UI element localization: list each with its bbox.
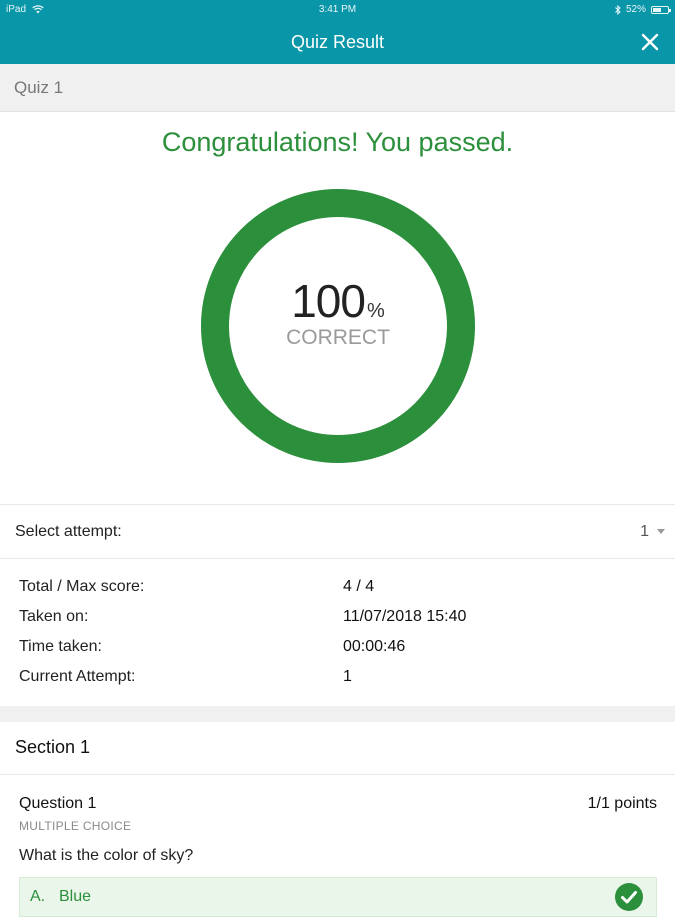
stat-key: Time taken: <box>19 638 102 655</box>
attempt-row: Select attempt: 1 <box>0 505 675 558</box>
caret-down-icon <box>657 529 665 534</box>
answer-letter: A. <box>30 888 46 905</box>
stat-key: Current Attempt: <box>19 668 136 685</box>
status-right: 52% <box>615 4 671 15</box>
score-ring: 100% CORRECT <box>200 188 476 464</box>
attempt-select[interactable]: 1 <box>640 519 665 545</box>
attempt-label: Select attempt: <box>15 523 122 540</box>
stat-key: Taken on: <box>19 608 89 625</box>
check-circle-icon <box>615 883 643 911</box>
answer-option[interactable]: A. Blue <box>19 877 657 917</box>
score-label: CORRECT <box>286 326 390 349</box>
divider <box>0 774 675 775</box>
stat-row-taken-on: Taken on: 11/07/2018 15:40 <box>19 608 659 638</box>
nav-bar: Quiz Result <box>0 20 675 64</box>
question-type: MULTIPLE CHOICE <box>19 819 132 833</box>
stat-value: 11/07/2018 15:40 <box>343 608 467 625</box>
divider <box>0 558 675 559</box>
status-time: 3:41 PM <box>318 4 357 15</box>
nav-title: Quiz Result <box>290 32 385 52</box>
stat-row-total-score: Total / Max score: 4 / 4 <box>19 578 659 608</box>
result-message: Congratulations! You passed. <box>161 127 514 157</box>
stat-value: 00:00:46 <box>343 638 406 655</box>
stat-key: Total / Max score: <box>19 578 145 595</box>
stat-value: 1 <box>343 668 352 685</box>
close-button[interactable] <box>637 29 663 55</box>
section-title: Section 1 <box>15 737 91 757</box>
status-bar: iPad 3:41 PM 52% <box>0 0 675 20</box>
stats-table: Total / Max score: 4 / 4 Taken on: 11/07… <box>19 578 659 698</box>
stat-value: 4 / 4 <box>343 578 375 595</box>
section-separator <box>0 706 675 722</box>
stat-row-time-taken: Time taken: 00:00:46 <box>19 638 659 668</box>
bluetooth-icon <box>615 4 621 15</box>
question-text: What is the color of sky? <box>19 847 194 864</box>
battery-icon <box>651 5 671 14</box>
question-title: Question 1 <box>19 795 97 812</box>
battery-percent: 52% <box>625 4 646 15</box>
quiz-name: Quiz 1 <box>14 78 64 97</box>
quiz-header: Quiz 1 <box>0 64 675 112</box>
score-percent-unit: % <box>366 300 385 322</box>
attempt-select-value: 1 <box>640 523 649 540</box>
question-points: 1/1 points <box>587 795 657 812</box>
score-center: 100% CORRECT <box>200 274 476 350</box>
answer-text: Blue <box>59 888 92 905</box>
score-percent: 100 <box>291 275 366 327</box>
close-icon <box>641 33 659 51</box>
stat-row-current-attempt: Current Attempt: 1 <box>19 668 659 698</box>
